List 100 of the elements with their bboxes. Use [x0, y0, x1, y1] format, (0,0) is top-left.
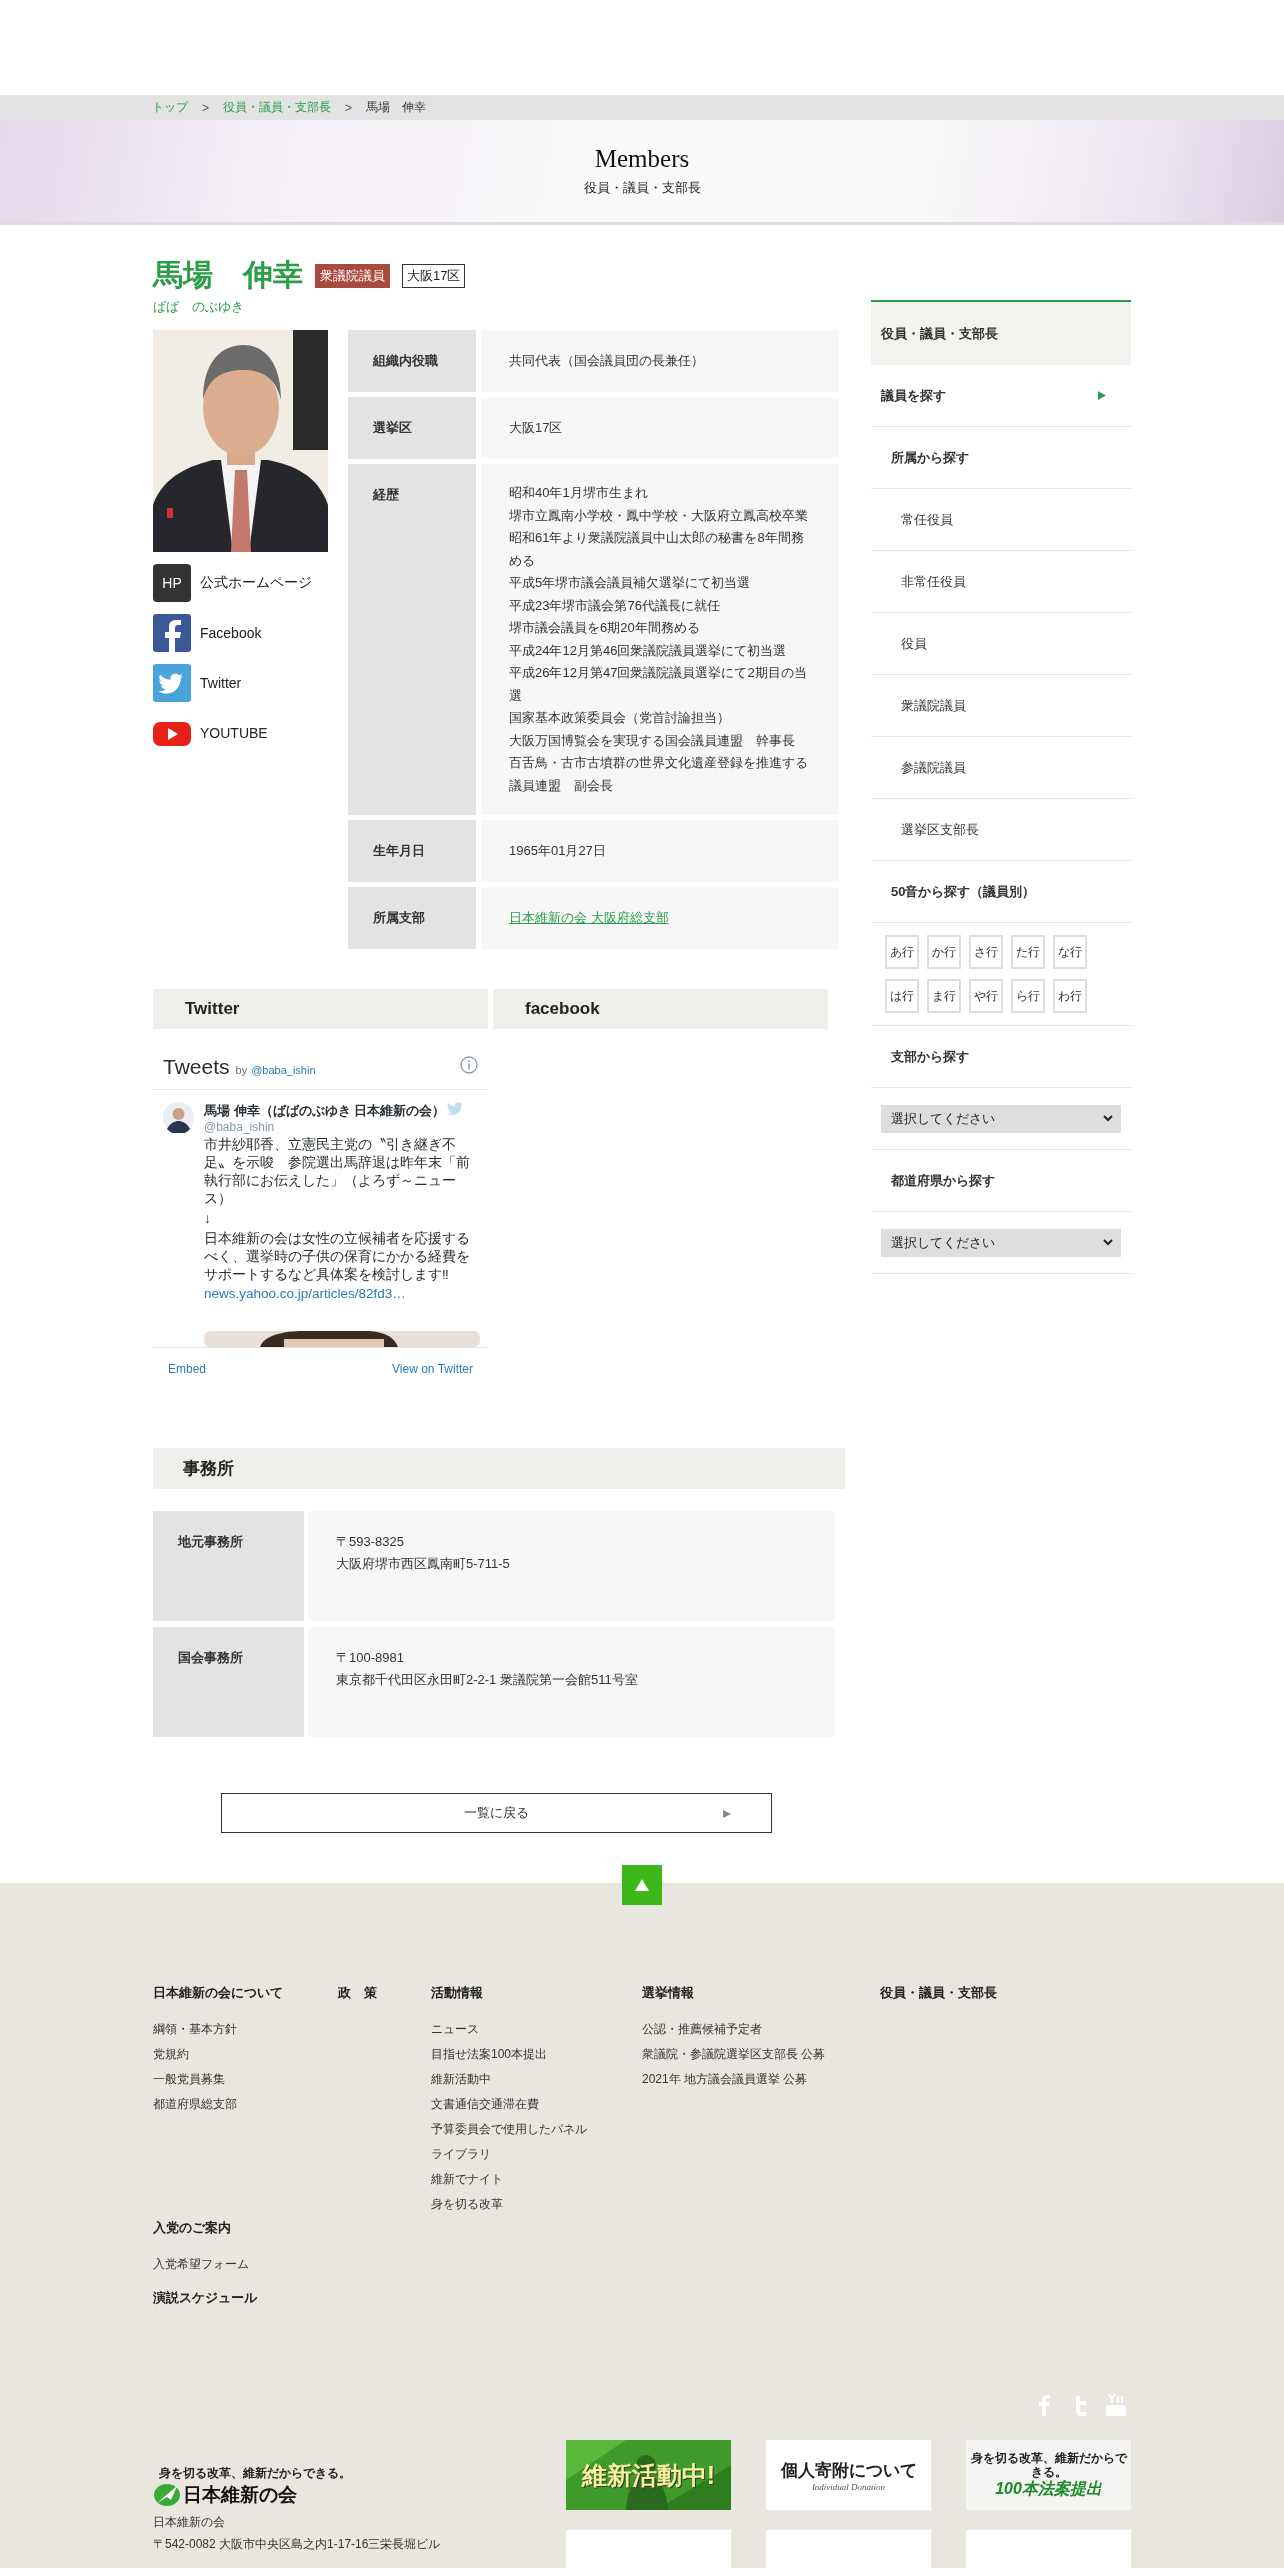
logo-text: 日本維新の会	[183, 2482, 297, 2507]
postal-code: 〒593-8325	[336, 1533, 405, 1551]
sidebar-item[interactable]: 参議院議員	[871, 737, 1131, 799]
kana-button[interactable]: た行	[1011, 935, 1045, 969]
kana-button[interactable]: ま行	[927, 979, 961, 1013]
avatar[interactable]	[163, 1102, 194, 1133]
table-cell-text: 平成23年堺市議会第76代議長に就任	[509, 596, 721, 615]
footer-heading[interactable]: 役員・議員・支部長	[880, 1984, 1080, 2002]
table-cell-text: 昭和61年より衆議院議員中山太郎の秘書を8年間務める	[509, 529, 805, 570]
kana-button[interactable]: な行	[1053, 935, 1087, 969]
footer-link[interactable]: ライブラリ	[431, 2142, 642, 2167]
kana-button[interactable]: さ行	[969, 935, 1003, 969]
table-cell-text: 国家基本政策委員会（党首討論担当）	[509, 709, 731, 727]
address: 大阪府堺市西区鳳南町5-711-5	[336, 1555, 511, 1573]
footer-heading[interactable]: 日本維新の会について	[153, 1984, 338, 2002]
sidebar-heading[interactable]: 50音から探す（議員別）	[871, 861, 1131, 923]
separator: >	[345, 100, 353, 115]
tweet-link[interactable]: news.yahoo.co.jp/articles/82fd3…	[204, 1286, 406, 1301]
sidebar-item[interactable]: 常任役員	[871, 489, 1131, 551]
member-name: 馬場 伸幸	[153, 257, 303, 293]
footer-link[interactable]: 目指せ法案100本提出	[431, 2042, 642, 2067]
select-dropdown[interactable]: 選択してください	[881, 1104, 1121, 1133]
table-cell-text: 平成24年12月第46回衆議院議員選挙にて初当選	[509, 641, 788, 660]
kana-button[interactable]: わ行	[1053, 979, 1087, 1013]
table-cell-text: 堺市議会議員を6期20年間務める	[509, 619, 701, 637]
footer-link[interactable]: 党規約	[153, 2042, 338, 2067]
footer-link[interactable]: 都道府県総支部	[153, 2092, 338, 2117]
address: 東京都千代田区永田町2-2-1 衆議院第一会館511号室	[336, 1671, 639, 1689]
footer-heading[interactable]: 活動情報	[431, 1984, 642, 2002]
sidebar-heading[interactable]: 都道府県から探す	[871, 1150, 1131, 1212]
back-to-list-button[interactable]: 一覧に戻る	[220, 1793, 772, 1833]
footer-link[interactable]: 身を切る改革	[431, 2192, 642, 2217]
sidebar-item[interactable]: 役員	[871, 613, 1131, 675]
handle-link[interactable]: @baba_ishin	[251, 1064, 316, 1076]
footer-heading[interactable]: 演説スケジュール	[153, 2289, 1131, 2307]
table-cell-text: 大阪万国博覧会を実現する国会議員連盟 幹事長	[509, 731, 796, 750]
profile-link[interactable]: HP 公式ホームページ	[153, 564, 328, 602]
hp-icon: HP	[153, 564, 191, 602]
sidebar-item[interactable]: 議員を探す	[871, 365, 1131, 427]
table-cell-text: 1965年01月27日	[509, 842, 607, 860]
footer-link[interactable]: 文書通信交通滞在費	[431, 2092, 642, 2117]
footer-link[interactable]: 公認・推薦候補予定者	[642, 2017, 880, 2042]
tweet-text: 市井紗耶香、立憲民主党の〝引き継ぎ不足〟を示唆 参院選出馬辞退は昨年末「前執行部にお伝えした」（よろず～ニュース）	[204, 1136, 471, 1208]
table-header-cell: 経歴	[348, 464, 476, 815]
embed-link[interactable]: Embed	[168, 1362, 207, 1376]
kana-button[interactable]: あ行	[885, 935, 919, 969]
sidebar-heading[interactable]: 所属から探す	[871, 427, 1131, 489]
footer-link[interactable]: 一般党員募集	[153, 2067, 338, 2092]
sidebar-heading[interactable]: 支部から探す	[871, 1026, 1131, 1088]
kana-button[interactable]: ら行	[1011, 979, 1045, 1013]
logo-tagline: 身を切る改革、維新だからできる。	[159, 2465, 352, 2482]
section-heading: facebook	[493, 989, 828, 1029]
footer-link[interactable]: 衆議院・参議院選挙区支部長 公募	[642, 2042, 880, 2067]
sidebar-title: 役員・議員・支部長	[871, 300, 1131, 365]
sidebar-item[interactable]: 選挙区支部長	[871, 799, 1131, 861]
footer-link[interactable]: 2021年 地方議会議員選挙 公募	[642, 2067, 880, 2092]
separator: >	[202, 100, 209, 115]
profile-link[interactable]: Facebook	[153, 614, 328, 652]
footer-link[interactable]: 維新活動中	[431, 2067, 642, 2092]
footer-heading[interactable]: 政 策	[338, 1984, 431, 2002]
table-header-cell: 生年月日	[348, 820, 476, 882]
footer-link[interactable]: 予算委員会で使用したパネル	[431, 2117, 642, 2142]
table-cell-text: 大阪17区	[509, 419, 564, 437]
page-subtitle: 役員・議員・支部長	[583, 179, 701, 197]
back-to-top-button[interactable]	[622, 1865, 662, 1905]
arrow-logo-icon	[153, 2483, 181, 2507]
select-dropdown[interactable]: 選択してください	[881, 1228, 1121, 1257]
profile-link[interactable]: Twitter	[153, 664, 328, 702]
info-icon[interactable]	[460, 1056, 478, 1074]
table-cell-text: 百舌鳥・古市古墳群の世界文化遺産登録を推進する議員連盟 副会長	[509, 754, 809, 795]
tweet-text: 日本維新の会は女性の立候補者を応援するべく、選挙時の子供の保育にかかる経費をサポートするなど具体案を検討します‼	[204, 1230, 471, 1284]
donation-banner[interactable]: 個人寄附について Individual Donation	[766, 2440, 931, 2510]
table-cell-text: 堺市立鳳南小学校・鳳中学校・大阪府立鳳高校卒業	[509, 506, 809, 525]
footer-heading[interactable]: 入党のご案内	[153, 2219, 1131, 2237]
chevron-icon	[1103, 1239, 1113, 1246]
sidebar-item[interactable]: 衆議院議員	[871, 675, 1131, 737]
address: 〒542-0082 大阪市中央区島之内1-17-16三栄長堀ビル	[153, 2536, 442, 2552]
breadcrumb-item[interactable]: 馬場 伸幸	[366, 99, 427, 116]
chevron-icon	[1103, 1115, 1113, 1122]
view-on-twitter-link[interactable]: View on Twitter	[392, 1362, 473, 1376]
kana-button[interactable]: か行	[927, 935, 961, 969]
table-cell-text: 平成26年12月第47回衆議院議員選挙にて2期目の当選	[509, 664, 808, 705]
footer-link[interactable]: 綱領・基本方針	[153, 2017, 338, 2042]
bills-banner[interactable]: 身を切る改革、維新だからできる。 100本法案提出	[966, 2440, 1131, 2510]
footer-heading[interactable]: 選挙情報	[642, 1984, 880, 2002]
triangle-icon	[1098, 391, 1106, 400]
tweet-author[interactable]: 馬場 伸幸（ばばのぶゆき 日本維新の会）	[204, 1102, 446, 1120]
tag: 大阪17区	[402, 263, 466, 288]
sidebar-item[interactable]: 非常任役員	[871, 551, 1131, 613]
name-reading: ばば のぶゆき	[153, 298, 245, 316]
triangle-icon	[722, 1810, 731, 1818]
tag: 衆議院議員	[315, 263, 390, 288]
kana-button[interactable]: は行	[885, 979, 919, 1013]
footer-link[interactable]: 入党希望フォーム	[153, 2252, 1131, 2277]
footer-link[interactable]: ニュース	[431, 2017, 642, 2042]
kana-button[interactable]: や行	[969, 979, 1003, 1013]
profile-link[interactable]: YOUTUBE	[153, 714, 328, 752]
footer-link[interactable]: 維新でナイト	[431, 2167, 642, 2192]
table-header-cell: 選挙区	[348, 397, 476, 459]
tweet-handle: @baba_ishin	[204, 1120, 276, 1134]
